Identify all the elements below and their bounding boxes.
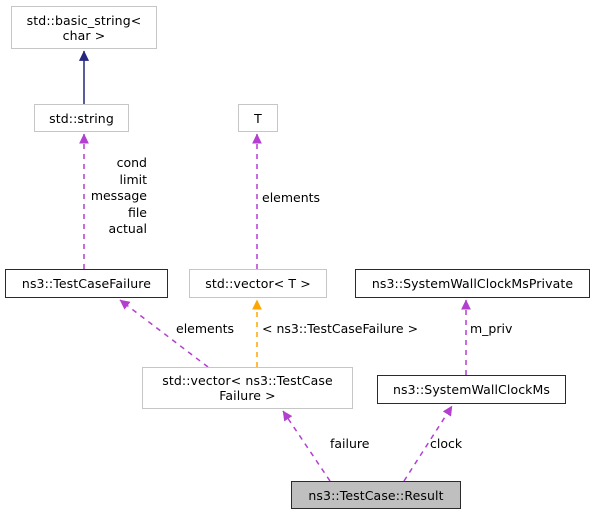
node-std-basic-string[interactable]: std::basic_string< char > (11, 6, 157, 49)
edge-label-template-args: < ns3::TestCaseFailure > (262, 321, 419, 336)
node-ns3-testcase-result[interactable]: ns3::TestCase::Result (291, 481, 461, 509)
class-collaboration-diagram: std::basic_string< char > std::string T … (0, 0, 595, 515)
diagram-edges (78, 50, 471, 482)
edge-label-elements-lower: elements (176, 321, 235, 336)
node-std-vector-t[interactable]: std::vector< T > (189, 269, 327, 298)
edge-label-failure: failure (330, 436, 370, 451)
node-ns3-systemwallclockmsprivate[interactable]: ns3::SystemWallClockMsPrivate (355, 269, 590, 298)
node-ns3-testcasefailure[interactable]: ns3::TestCaseFailure (5, 269, 168, 298)
node-std-vector-ns3-testcasefailure[interactable]: std::vector< ns3::TestCase Failure > (142, 367, 353, 409)
edge-result-to-vectortcf (282, 410, 331, 482)
node-template-parameter-t[interactable]: T (238, 104, 278, 132)
node-std-string[interactable]: std::string (34, 104, 129, 132)
edge-label-elements-upper: elements (262, 190, 321, 205)
node-ns3-systemwallclockms[interactable]: ns3::SystemWallClockMs (377, 375, 566, 404)
edge-label-m-priv: m_priv (470, 321, 513, 336)
edge-label-string-fields: cond limit message file actual (90, 155, 147, 236)
edge-label-clock: clock (430, 436, 463, 451)
